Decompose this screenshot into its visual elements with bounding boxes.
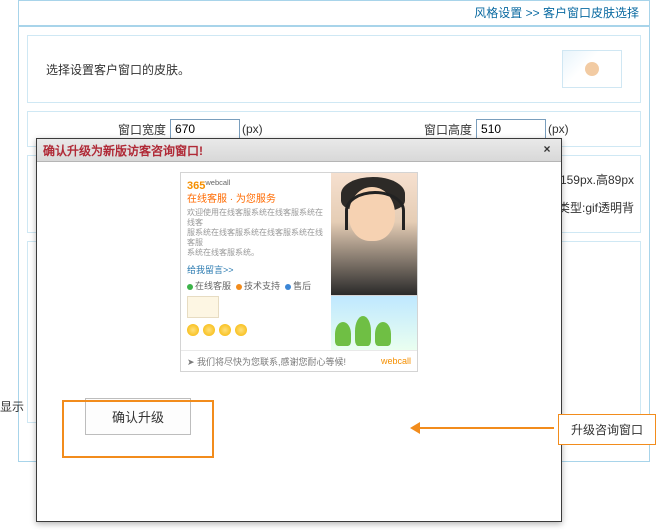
preview-footer-brand: webcall xyxy=(381,356,411,366)
confirm-upgrade-button[interactable]: 确认升级 xyxy=(85,398,191,435)
unit-px: (px) xyxy=(548,122,569,136)
callout-label: 升级咨询窗口 xyxy=(571,423,643,437)
intro-text: 选择设置客户窗口的皮肤。 xyxy=(46,61,190,78)
status-dot-blue xyxy=(285,284,291,290)
separator: >> xyxy=(526,6,540,20)
agent-photo xyxy=(331,173,417,296)
modal-titlebar: 确认升级为新版访客咨询窗口! × xyxy=(37,139,561,162)
window-height-label: 窗口高度 xyxy=(424,121,472,138)
callout-box: 升级咨询窗口 xyxy=(558,414,656,445)
brand-suffix: webcall xyxy=(205,178,230,187)
modal-title-text: 确认升级为新版访客咨询窗口! xyxy=(43,142,539,159)
chat-preview: 365webcall 在线客服 · 为您服务 欢迎使用在线客服系统在线客服系统在… xyxy=(180,172,418,372)
preview-footer-text: ➤ 我们将尽快为您联系,感谢您耐心等候! xyxy=(187,355,346,368)
preview-footer: ➤ 我们将尽快为您联系,感谢您耐心等候! webcall xyxy=(181,350,417,371)
arrow-icon xyxy=(414,427,554,429)
left-truncated-label: 显示 xyxy=(0,398,38,415)
window-width-input[interactable] xyxy=(170,119,240,139)
skin-select-link[interactable]: 客户窗口皮肤选择 xyxy=(543,6,639,20)
preview-body: 欢迎使用在线客服系统在线客服系统在线客服系统在线客服系统在线客服系统在线客服系统… xyxy=(187,208,325,258)
close-icon[interactable]: × xyxy=(539,142,555,158)
emoji-row xyxy=(187,324,325,336)
upgrade-modal: 确认升级为新版访客咨询窗口! × 365webcall 在线客服 · 为您服务 … xyxy=(36,138,562,522)
landscape-image xyxy=(331,296,417,350)
preview-thumbnail xyxy=(187,296,219,318)
status-dot-green xyxy=(187,284,193,290)
intro-panel: 选择设置客户窗口的皮肤。 xyxy=(27,35,641,103)
window-width-label: 窗口宽度 xyxy=(118,121,166,138)
style-settings-link[interactable]: 风格设置 xyxy=(474,6,522,20)
skin-thumbnail[interactable] xyxy=(562,50,622,88)
header-bar: 风格设置 >> 客户窗口皮肤选择 xyxy=(19,1,649,27)
brand-prefix: 365 xyxy=(187,180,205,192)
preview-link: 给我留言>> xyxy=(187,264,325,276)
preview-heading: 在线客服 · 为您服务 xyxy=(187,194,325,206)
window-height-input[interactable] xyxy=(476,119,546,139)
status-dot-orange xyxy=(236,284,242,290)
preview-status-row: 在线客服 技术支持 售后 xyxy=(187,280,325,292)
unit-px: (px) xyxy=(242,122,263,136)
